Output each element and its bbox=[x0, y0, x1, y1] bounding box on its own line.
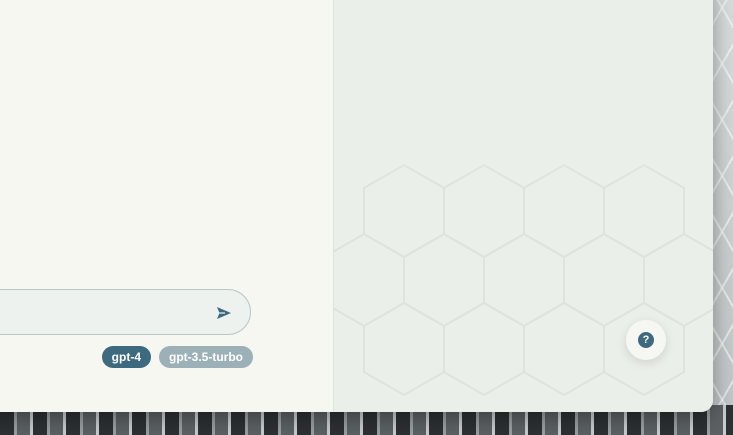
app-window: gpt-4 gpt-3.5-turbo ? bbox=[0, 0, 713, 412]
message-composer[interactable] bbox=[0, 289, 251, 335]
model-chip-gpt-3-5-turbo[interactable]: gpt-3.5-turbo bbox=[159, 346, 253, 368]
model-chip-gpt-4[interactable]: gpt-4 bbox=[101, 346, 151, 368]
help-button[interactable]: ? bbox=[626, 320, 666, 360]
side-panel: ? bbox=[334, 0, 713, 412]
model-selector: gpt-4 gpt-3.5-turbo bbox=[101, 346, 253, 368]
send-icon bbox=[217, 307, 231, 319]
help-icon: ? bbox=[638, 332, 654, 348]
send-button[interactable] bbox=[214, 303, 234, 323]
chat-panel: gpt-4 gpt-3.5-turbo bbox=[0, 0, 334, 412]
